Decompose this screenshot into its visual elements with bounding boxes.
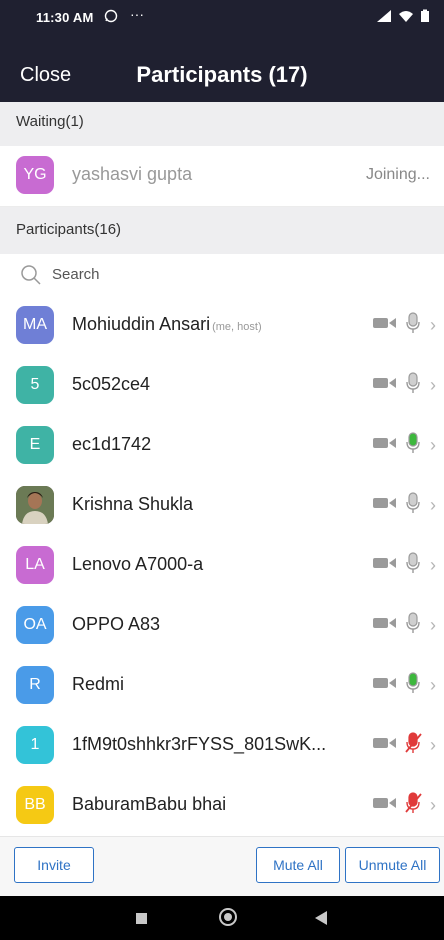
avatar: E (16, 426, 54, 464)
video-off-icon[interactable] (372, 375, 398, 396)
video-off-icon[interactable] (372, 315, 398, 336)
search-placeholder: Search (52, 266, 100, 283)
header-bar: Close Participants (17) (0, 36, 444, 102)
video-off-icon[interactable] (372, 435, 398, 456)
avatar: YG (16, 156, 54, 194)
video-off-icon[interactable] (372, 735, 398, 756)
avatar: 1 (16, 726, 54, 764)
participant-name: Mohiuddin Ansari (me, host) (72, 314, 262, 334)
chevron-right-icon: › (430, 675, 436, 695)
mute-all-button[interactable]: Mute All (256, 847, 340, 883)
participant-controls: › (372, 611, 436, 640)
waiting-heading: Waiting(1) (16, 113, 84, 130)
chevron-right-icon: › (430, 495, 436, 515)
waiting-section-header: Waiting(1) (0, 102, 444, 146)
page-title: Participants (17) (136, 62, 308, 87)
participant-controls: › (372, 431, 436, 460)
invite-button[interactable]: Invite (14, 847, 94, 883)
home-button[interactable] (219, 908, 237, 926)
avatar: LA (16, 546, 54, 584)
chevron-right-icon: › (430, 795, 436, 815)
video-off-icon[interactable] (372, 615, 398, 636)
participant-name: ec1d1742 (72, 434, 152, 454)
participant-row[interactable]: Eec1d1742 › (0, 416, 444, 477)
chevron-right-icon: › (430, 555, 436, 575)
participant-name: Redmi (72, 674, 125, 694)
participant-name: Lenovo A7000-a (72, 554, 204, 574)
unmute-all-button[interactable]: Unmute All (345, 847, 440, 883)
chevron-right-icon: › (430, 375, 436, 395)
battery-icon (420, 9, 430, 28)
avatar: OA (16, 606, 54, 644)
participant-controls: › (372, 491, 436, 520)
footer-bar: Invite Mute All Unmute All (0, 836, 444, 897)
participant-name: 5c052ce4 (72, 374, 151, 394)
participant-name: OPPO A83 (72, 614, 161, 634)
mic-muted-icon[interactable] (404, 791, 422, 820)
participant-name: Krishna Shukla (72, 494, 194, 514)
chevron-right-icon: › (430, 615, 436, 635)
back-button[interactable] (314, 910, 328, 931)
participant-controls: › (372, 551, 436, 580)
microphone-icon[interactable] (404, 611, 422, 640)
participant-name: yashasvi gupta (72, 164, 193, 184)
chevron-right-icon: › (430, 315, 436, 335)
participants-heading: Participants(16) (16, 221, 122, 238)
participant-row[interactable]: R Redmi › (0, 656, 444, 717)
host-tag: (me, host) (212, 321, 262, 333)
search-icon (20, 264, 42, 291)
search-input[interactable]: Search (0, 254, 444, 297)
participant-controls: › (372, 791, 436, 820)
video-off-icon[interactable] (372, 795, 398, 816)
chevron-right-icon: › (430, 435, 436, 455)
mic-muted-icon[interactable] (404, 731, 422, 760)
video-off-icon[interactable] (372, 495, 398, 516)
avatar: 5 (16, 366, 54, 404)
system-nav-bar (0, 896, 444, 940)
participant-controls: › (372, 671, 436, 700)
participant-controls: › (372, 311, 436, 340)
participants-section-header: Participants(16) (0, 207, 444, 254)
microphone-icon[interactable] (404, 551, 422, 580)
participant-name: BaburamBabu bhai (72, 794, 227, 814)
more-notifications-icon: ··· (130, 6, 144, 22)
participant-row[interactable]: 1 1fM9t0shhkr3rFYSS_801SwK... › (0, 716, 444, 777)
avatar: BB (16, 786, 54, 824)
participant-row[interactable]: BB BaburamBabu bhai › (0, 776, 444, 837)
signal-icon (376, 9, 392, 28)
chevron-right-icon: › (430, 735, 436, 755)
participant-row[interactable]: 5 5c052ce4 › (0, 356, 444, 417)
avatar: MA (16, 306, 54, 344)
avatar: R (16, 666, 54, 704)
participant-row[interactable]: LA Lenovo A7000-a › (0, 536, 444, 597)
participant-name: 1fM9t0shhkr3rFYSS_801SwK... (72, 734, 327, 754)
participant-row[interactable]: MA Mohiuddin Ansari (me, host) › (0, 296, 444, 357)
microphone-icon[interactable] (404, 371, 422, 400)
video-off-icon[interactable] (372, 675, 398, 696)
recent-apps-button[interactable] (136, 913, 147, 924)
microphone-icon[interactable] (404, 491, 422, 520)
whatsapp-icon (104, 9, 118, 28)
avatar (16, 486, 54, 524)
participant-row[interactable]: OA OPPO A83 › (0, 596, 444, 657)
participant-row[interactable]: Krishna Shukla › (0, 476, 444, 537)
wifi-icon (398, 9, 414, 28)
joining-status: Joining... (365, 166, 430, 183)
video-off-icon[interactable] (372, 555, 398, 576)
status-bar: 11:30 AM ··· (0, 0, 444, 36)
microphone-icon[interactable] (404, 431, 422, 460)
microphone-icon[interactable] (404, 671, 422, 700)
participant-controls: › (372, 731, 436, 760)
waiting-list-item[interactable]: YG yashasvi gupta Joining... (0, 146, 444, 207)
microphone-icon[interactable] (404, 311, 422, 340)
status-time: 11:30 AM (36, 10, 94, 25)
participant-controls: › (372, 371, 436, 400)
